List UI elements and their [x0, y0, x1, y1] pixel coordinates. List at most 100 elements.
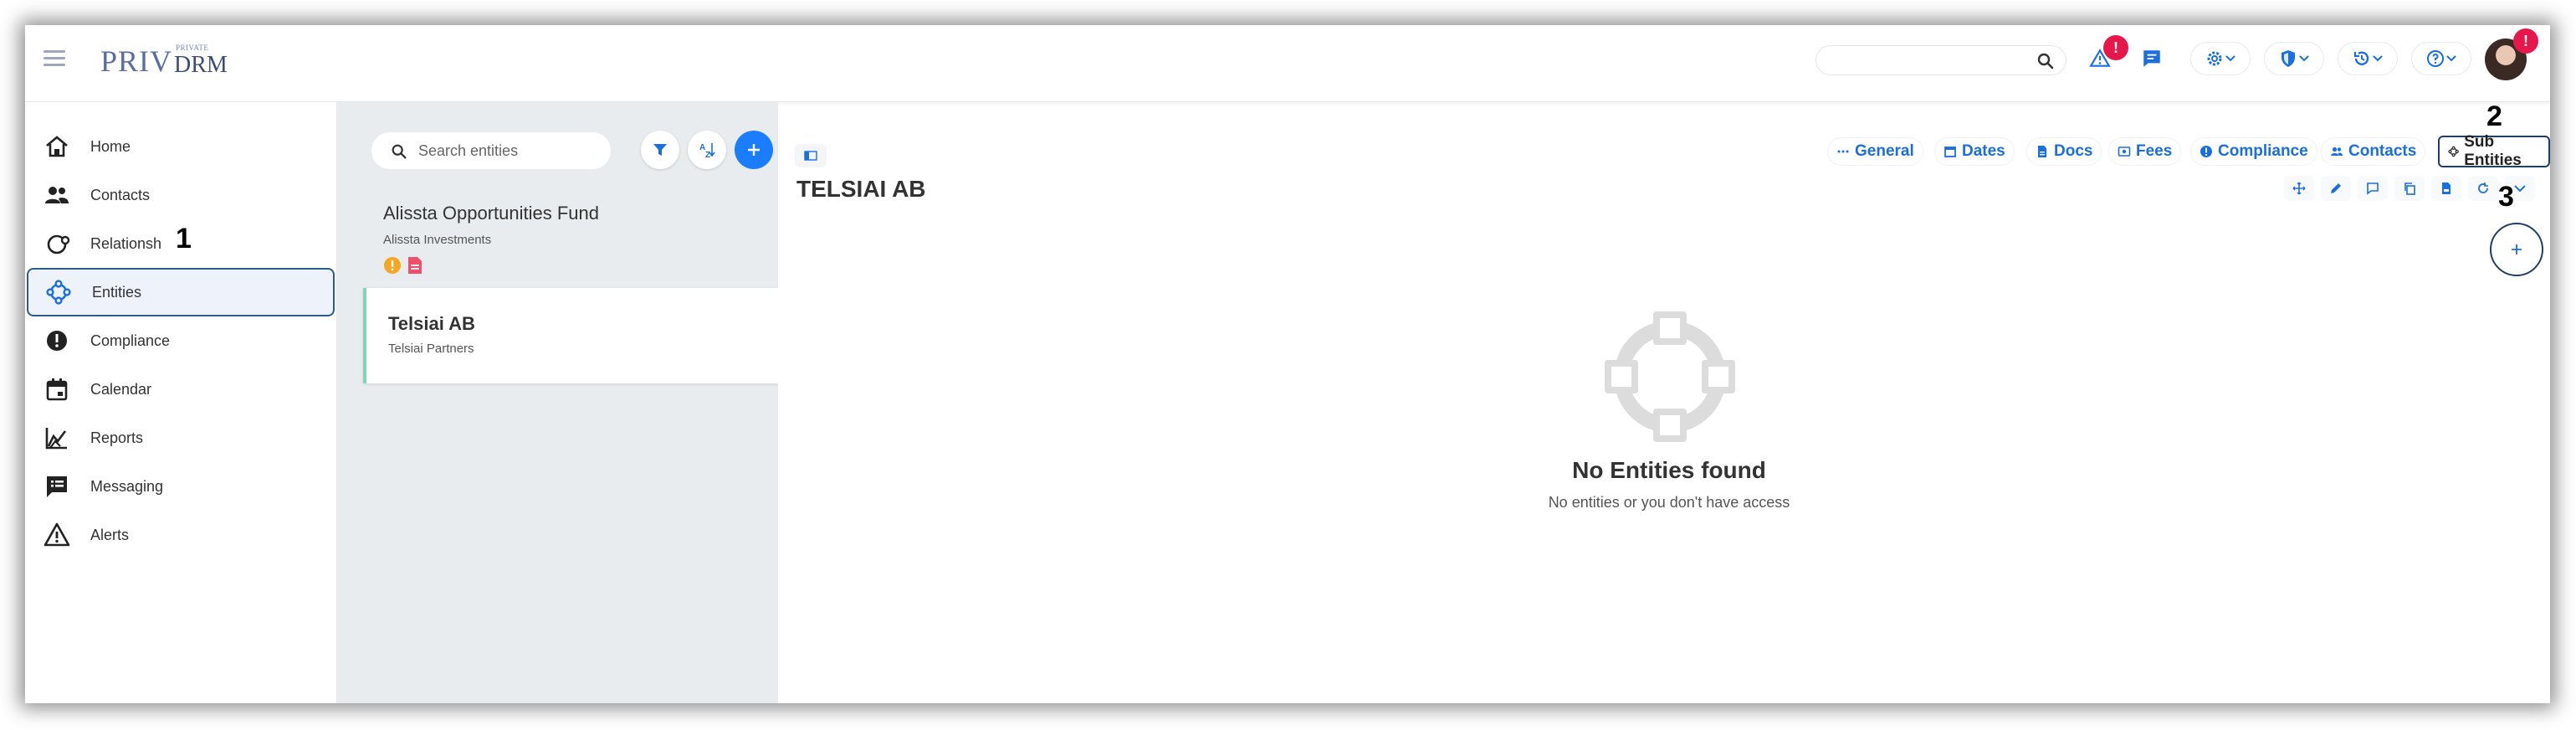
sort-button[interactable]: AZ	[688, 131, 726, 169]
pdf-button[interactable]	[2431, 176, 2461, 201]
edit-button[interactable]	[2321, 176, 2351, 201]
alerts-button[interactable]: !	[2082, 35, 2128, 75]
contacts-icon	[45, 187, 69, 203]
annotation-1: 1	[176, 223, 192, 254]
help-menu[interactable]	[2411, 42, 2471, 75]
move-icon	[2292, 182, 2306, 195]
tab-label: Dates	[1962, 142, 2005, 160]
sidebar-item-alerts[interactable]: Alerts	[25, 511, 336, 559]
empty-state-title: No Entities found	[1572, 457, 1766, 483]
entity-subtitle: Telsiai Partners	[388, 342, 474, 356]
entity-search-input[interactable]	[418, 141, 602, 161]
entity-name: Telsiai AB	[388, 313, 475, 334]
collapse-icon	[804, 151, 817, 161]
settings-menu[interactable]	[2190, 42, 2251, 75]
page-title: TELSIAI AB	[796, 176, 926, 202]
annotation-3: 3	[2498, 181, 2514, 213]
copy-button[interactable]	[2394, 176, 2425, 201]
search-icon	[392, 144, 407, 159]
logo-text: PRIV	[100, 44, 173, 78]
sidebar-item-label: Messaging	[90, 477, 164, 495]
tab-docs[interactable]: Docs	[2026, 137, 2102, 166]
sidebar-item-entities[interactable]: Entities	[27, 268, 335, 316]
entity-subtitle: Alissta Investments	[383, 233, 492, 247]
history-menu[interactable]	[2338, 42, 2398, 75]
refresh-button[interactable]	[2468, 176, 2498, 201]
comment-icon	[2367, 182, 2379, 195]
logo-sup-text: PRIVATE	[176, 44, 209, 52]
entity-list-item-selected[interactable]: Telsiai AB Telsiai Partners	[363, 288, 778, 383]
sidebar-item-calendar[interactable]: Calendar	[25, 365, 336, 414]
sidebar-item-contacts[interactable]: Contacts	[25, 171, 336, 219]
sidebar-item-label: Alerts	[90, 526, 130, 543]
tab-label: Compliance	[2218, 142, 2308, 160]
help-icon	[2427, 50, 2444, 67]
tab-compliance[interactable]: Compliance	[2190, 137, 2317, 166]
empty-entities-icon	[1605, 311, 1735, 442]
fees-icon	[2118, 147, 2131, 157]
menu-icon[interactable]	[44, 50, 65, 67]
entities-icon	[46, 280, 71, 305]
tab-sub-entities[interactable]: Sub Entities	[2438, 133, 2550, 169]
sidebar-item-label: Calendar	[90, 380, 152, 398]
sidebar-item-label: Home	[90, 137, 131, 155]
tab-general[interactable]: General	[1827, 137, 1923, 166]
tab-label: Docs	[2054, 142, 2093, 160]
sidebar-item-messaging[interactable]: Messaging	[25, 462, 336, 511]
chevron-down-icon	[2373, 55, 2383, 62]
avatar-badge: !	[2513, 28, 2538, 54]
history-icon	[2353, 51, 2369, 65]
document-icon	[2038, 146, 2046, 157]
tab-fees[interactable]: Fees	[2108, 137, 2182, 166]
compliance-icon	[47, 331, 67, 351]
calendar-icon	[46, 378, 68, 401]
filter-button[interactable]	[641, 131, 679, 169]
move-button[interactable]	[2284, 176, 2314, 201]
refresh-icon	[2478, 182, 2488, 193]
sidebar-item-label: Contacts	[90, 186, 151, 203]
sidebar-item-label: Relationsh	[90, 234, 162, 252]
contacts-icon	[2331, 147, 2343, 156]
empty-state-subtitle: No entities or you don't have access	[1548, 494, 1790, 511]
svg-text:Z: Z	[705, 151, 710, 159]
app-logo[interactable]: PRIV PRIVATE DRM	[100, 42, 228, 79]
collapse-panel-button[interactable]	[795, 144, 827, 167]
security-menu[interactable]	[2264, 42, 2324, 75]
file-icon	[2442, 182, 2451, 194]
chevron-down-icon	[2446, 55, 2456, 62]
alerts-badge: !	[2103, 35, 2128, 60]
entity-list-item[interactable]: Alissta Opportunities Fund Alissta Inves…	[363, 193, 778, 286]
chevron-down-icon	[2514, 185, 2526, 193]
global-search-input[interactable]	[1815, 45, 2066, 75]
warning-status-icon	[384, 257, 401, 274]
entity-name: Alissta Opportunities Fund	[383, 203, 600, 224]
sidebar-item-label: Entities	[92, 283, 142, 301]
comment-button[interactable]	[2358, 176, 2388, 201]
document-status-icon	[408, 257, 422, 274]
add-entity-button[interactable]	[735, 131, 773, 169]
tab-contacts[interactable]: Contacts	[2321, 137, 2426, 166]
alerts-icon	[44, 522, 70, 547]
pencil-icon	[2331, 183, 2341, 193]
add-sub-entity-button[interactable]	[2490, 223, 2543, 276]
sidebar: Home Contacts Relationsh 1 Entities Comp…	[25, 102, 336, 703]
chevron-down-icon	[2225, 55, 2235, 62]
calendar-icon	[1944, 147, 1956, 157]
plus-icon	[748, 144, 760, 156]
search-icon	[2037, 53, 2054, 69]
chevron-down-icon	[2299, 55, 2309, 62]
messages-button[interactable]	[2133, 42, 2170, 75]
sidebar-item-home[interactable]: Home	[25, 122, 336, 171]
entity-search[interactable]	[371, 132, 611, 169]
app-window: PRIV PRIVATE DRM ! ! Home Contacts Relat…	[25, 25, 2550, 703]
sidebar-item-reports[interactable]: Reports	[25, 414, 336, 462]
entity-list-panel: AZ Alissta Opportunities Fund Alissta In…	[336, 102, 778, 703]
tab-dates[interactable]: Dates	[1934, 137, 2015, 166]
sidebar-item-label: Compliance	[90, 332, 171, 349]
messaging-icon	[47, 476, 67, 497]
shield-icon	[2282, 50, 2295, 67]
annotation-2: 2	[2486, 100, 2502, 132]
copy-icon	[2404, 182, 2415, 195]
sidebar-item-compliance[interactable]: Compliance	[25, 316, 336, 365]
sidebar-item-relationships[interactable]: Relationsh 1	[25, 219, 336, 268]
